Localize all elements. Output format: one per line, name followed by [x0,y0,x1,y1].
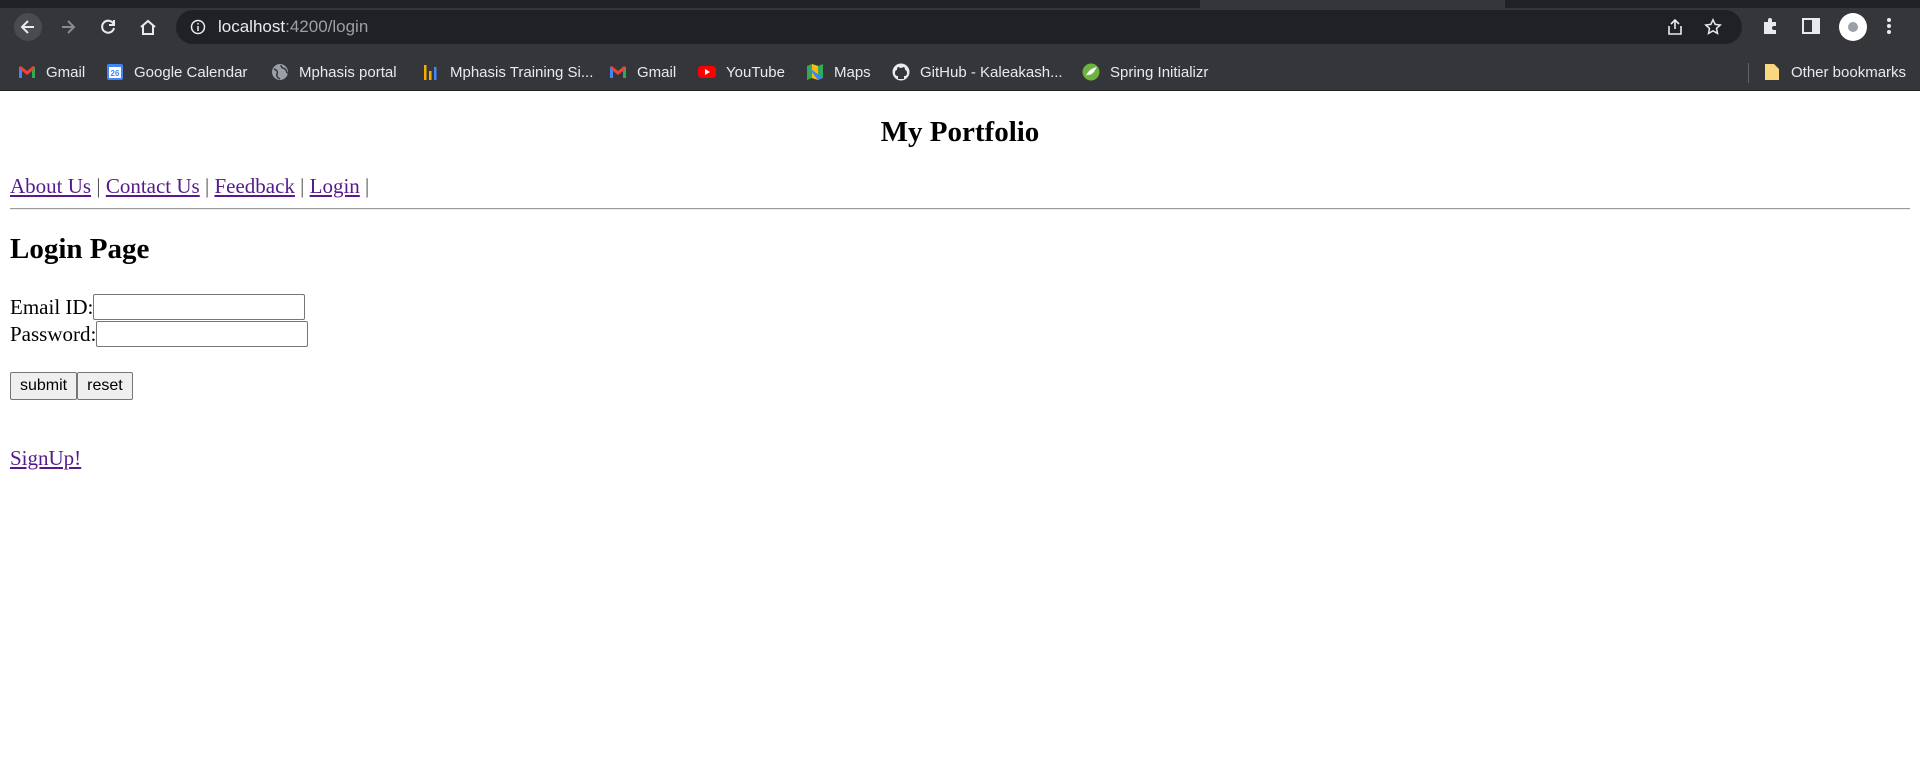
bookmark-maps[interactable]: Maps [806,54,871,90]
bookmark-label: Mphasis Training Si... [450,63,594,81]
bookmark-label: YouTube [726,63,785,81]
github-icon [892,63,910,81]
share-icon[interactable] [1666,18,1684,36]
other-bookmarks-label: Other bookmarks [1791,63,1907,81]
bookmark-label: Gmail [46,63,86,81]
folder-icon [1763,63,1781,81]
bookmarks-divider [1748,63,1749,83]
horizontal-divider [10,208,1910,210]
bookmark-label: GitHub - Kaleakash... [920,63,1063,81]
arrow-right-icon [62,20,76,34]
bookmark-github[interactable]: GitHub - Kaleakash... [892,54,1063,90]
submit-button[interactable]: submit [10,372,78,400]
tab-strip-edge [0,0,1200,8]
url-path: :4200/login [285,17,369,36]
page-title: My Portfolio [880,116,1040,148]
bookmark-label: Google Calendar [134,63,248,81]
bookmarks-bar: Gmail 26 Google Calendar Mphasis portal … [0,54,1920,91]
nav-separator: | [204,174,210,198]
nav-link-login[interactable]: Login [310,174,360,198]
reset-button[interactable]: reset [77,372,133,400]
browser-toolbar: localhost:4200/login [0,0,1920,54]
bookmark-gmail-2[interactable]: Gmail [609,54,676,90]
other-bookmarks[interactable]: Other bookmarks [1763,54,1906,90]
form-buttons: submit reset [10,372,133,400]
signup-link[interactable]: SignUp! [10,446,81,471]
info-icon[interactable] [190,19,206,35]
side-panel-icon[interactable] [1800,15,1822,37]
nav-separator: | [365,174,370,198]
bookmark-label: Maps [834,63,871,81]
globe-icon [271,63,289,81]
avatar-icon [1848,22,1858,32]
nav-separator: | [300,174,305,198]
back-button[interactable] [14,13,42,41]
bookmark-label: Spring Initializr [1110,63,1209,81]
url-text[interactable]: localhost:4200/login [218,17,368,37]
email-label: Email ID: [10,294,94,319]
bookmark-google-calendar[interactable]: 26 Google Calendar [106,54,247,90]
home-icon [140,19,156,35]
reload-icon [101,19,115,34]
bookmark-label: Mphasis portal [299,63,397,81]
email-row: Email ID: [10,294,306,320]
nav-link-feedback[interactable]: Feedback [214,174,294,198]
top-nav: About Us | Contact Us | Feedback | Login… [10,174,369,199]
bookmark-youtube[interactable]: YouTube [698,54,785,90]
star-icon[interactable] [1704,18,1722,36]
google-calendar-icon: 26 [106,63,124,81]
spring-icon [1082,63,1100,81]
gmail-icon [18,63,36,81]
login-heading: Login Page [10,233,150,265]
password-field[interactable] [96,321,309,347]
bookmark-mphasis-training[interactable]: Mphasis Training Si... [422,54,593,90]
url-host: localhost [218,17,286,36]
maps-icon [806,63,824,81]
nav-separator: | [96,174,101,198]
more-vert-icon[interactable] [1884,15,1894,37]
tab-strip-edge [1505,0,1920,8]
forward-button[interactable] [54,13,82,41]
youtube-icon [698,63,716,81]
bar-chart-icon [422,63,440,81]
email-field[interactable] [93,294,306,320]
bookmark-gmail[interactable]: Gmail [18,54,85,90]
gmail-icon [609,63,627,81]
address-bar[interactable]: localhost:4200/login [176,10,1742,44]
bookmark-mphasis-portal[interactable]: Mphasis portal [271,54,397,90]
home-button[interactable] [134,13,162,41]
password-label: Password: [10,321,97,346]
password-row: Password: [10,321,309,347]
bookmark-label: Gmail [637,63,677,81]
arrow-left-icon [20,20,34,34]
bookmark-spring-initializr[interactable]: Spring Initializr [1082,54,1208,90]
profile-avatar[interactable] [1839,13,1867,41]
nav-link-about-us[interactable]: About Us [10,174,91,198]
reload-button[interactable] [94,13,122,41]
page-content: My Portfolio About Us | Contact Us | Fee… [0,90,1920,775]
extensions-puzzle-icon[interactable] [1760,15,1782,37]
nav-link-contact-us[interactable]: Contact Us [106,174,200,198]
calendar-day: 26 [111,69,120,78]
